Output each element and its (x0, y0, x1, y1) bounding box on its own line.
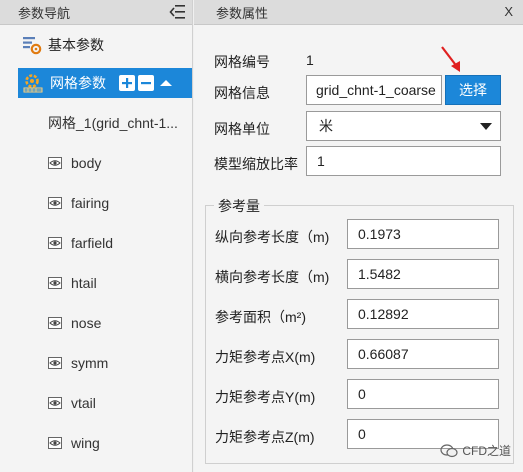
reference-row-label: 力矩参考点Z(m) (215, 429, 315, 445)
nav-item-label: 基本参数 (48, 37, 104, 53)
props-panel-header: 参数属性 X (194, 0, 523, 25)
nav-item-boundary[interactable]: body (48, 148, 101, 178)
eye-icon[interactable] (48, 237, 62, 249)
reference-group-title: 参考量 (214, 196, 264, 216)
reference-row-label: 力矩参考点X(m) (215, 349, 316, 365)
select-button[interactable]: 选择 (445, 75, 501, 105)
nav-item-label: body (71, 155, 102, 171)
reference-row-label: 参考面积（m²) (215, 309, 306, 325)
plus-icon (122, 78, 132, 88)
reference-row-label: 力矩参考点Y(m) (215, 389, 316, 405)
scale-ratio-input[interactable]: 1 (306, 146, 501, 176)
eye-icon[interactable] (48, 277, 62, 289)
reference-row-value: 0.66087 (358, 346, 409, 362)
nav-item-label: 网格_1(grid_chnt-1... (48, 115, 178, 131)
mesh-id-value: 1 (306, 52, 314, 68)
eye-icon[interactable] (48, 357, 62, 369)
watermark: CFD之道 (440, 442, 511, 459)
mesh-gear-icon (23, 74, 43, 93)
dropdown-arrow-icon (480, 123, 492, 130)
mesh-unit-dropdown[interactable]: 米 (306, 111, 501, 141)
nav-item-label: htail (71, 275, 97, 291)
nav-item-boundary[interactable]: nose (48, 308, 101, 338)
settings-gear-icon (23, 37, 42, 55)
eye-icon[interactable] (48, 437, 62, 449)
nav-item-boundary[interactable]: htail (48, 268, 97, 298)
mesh-info-value: grid_chnt-1_coarse (316, 82, 436, 98)
nav-item-label: wing (71, 435, 100, 451)
nav-item-basic-params[interactable]: 基本参数 (22, 30, 104, 60)
nav-panel-header: 参数导航 (0, 0, 192, 25)
scale-ratio-label: 模型缩放比率 (214, 156, 298, 172)
nav-item-boundary[interactable]: vtail (48, 388, 96, 418)
reference-row-input[interactable]: 0.12892 (347, 299, 499, 329)
mesh-info-field[interactable]: grid_chnt-1_coarse (306, 75, 442, 105)
reference-row-label: 纵向参考长度（m) (215, 229, 330, 245)
nav-item-boundary[interactable]: wing (48, 428, 100, 458)
nav-item-label: symm (71, 355, 109, 371)
minus-icon (141, 82, 151, 85)
nav-item-mesh-1[interactable]: 网格_1(grid_chnt-1... (48, 108, 178, 138)
eye-icon[interactable] (48, 397, 62, 409)
panel-menu-icon[interactable] (169, 3, 187, 21)
eye-icon[interactable] (48, 157, 62, 169)
reference-row-value: 0.12892 (358, 306, 409, 322)
nav-item-boundary[interactable]: farfield (48, 228, 113, 258)
reference-row-value: 0 (358, 386, 366, 402)
nav-item-label: fairing (71, 195, 110, 211)
nav-item-label: nose (71, 315, 102, 331)
collapse-arrow-icon[interactable] (159, 78, 173, 88)
mesh-unit-value: 米 (319, 118, 333, 134)
props-panel-title: 参数属性 (216, 5, 269, 21)
reference-row-input[interactable]: 0.66087 (347, 339, 499, 369)
reference-row-value: 0.1973 (358, 226, 401, 242)
eye-icon[interactable] (48, 197, 62, 209)
mesh-id-label: 网格编号 (214, 54, 270, 70)
reference-row-value: 1.5482 (358, 266, 401, 282)
remove-button[interactable] (138, 75, 154, 91)
nav-item-boundary[interactable]: symm (48, 348, 108, 378)
nav-item-label: farfield (71, 235, 114, 251)
parameter-navigation-panel: 参数导航 基本参数 网格参数 网格_1(grid_chnt-1... body … (0, 0, 193, 472)
nav-item-label: 网格参数 (50, 75, 106, 91)
reference-row-input[interactable]: 1.5482 (347, 259, 499, 289)
close-button[interactable]: X (504, 4, 513, 19)
wechat-icon (440, 443, 458, 457)
reference-row-input[interactable]: 0.1973 (347, 219, 499, 249)
scale-ratio-value: 1 (317, 153, 325, 169)
add-button[interactable] (119, 75, 135, 91)
nav-item-mesh-params[interactable]: 网格参数 (18, 68, 192, 98)
nav-panel-title: 参数导航 (18, 5, 71, 21)
watermark-text: CFD之道 (462, 444, 511, 458)
nav-item-boundary[interactable]: fairing (48, 188, 109, 218)
eye-icon[interactable] (48, 317, 62, 329)
reference-row-input[interactable]: 0 (347, 379, 499, 409)
annotation-arrow-icon (441, 46, 460, 72)
mesh-info-label: 网格信息 (214, 85, 270, 101)
nav-item-label: vtail (71, 395, 96, 411)
reference-row-label: 横向参考长度（m) (215, 269, 330, 285)
reference-row-value: 0 (358, 426, 366, 442)
mesh-unit-label: 网格单位 (214, 121, 270, 137)
